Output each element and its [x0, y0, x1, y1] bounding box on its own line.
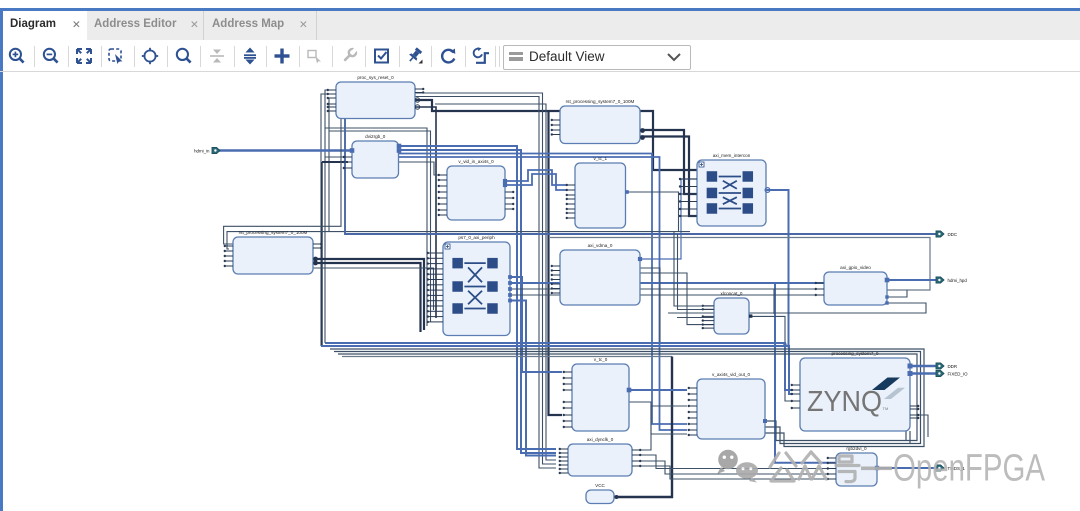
svg-text:DDR: DDR	[948, 364, 958, 369]
svg-text:DDC: DDC	[948, 232, 958, 237]
svg-text:v_tc_0: v_tc_0	[594, 357, 608, 362]
svg-text:hdmi_hpd: hdmi_hpd	[948, 278, 968, 283]
svg-text:v_vid_in_axi4s_0: v_vid_in_axi4s_0	[458, 159, 494, 164]
svg-text:ZYNQ: ZYNQ	[807, 386, 882, 418]
svg-text:rst_processing_system7_0_100M: rst_processing_system7_0_100M	[566, 99, 635, 104]
svg-text:rgb2dvi_0: rgb2dvi_0	[846, 446, 867, 451]
svg-text:axi_vdma_0: axi_vdma_0	[588, 243, 613, 248]
svg-text:TM: TM	[883, 406, 889, 411]
svg-text:OpenFPGA: OpenFPGA	[893, 448, 1046, 490]
svg-text:rst_processing_system7_0_100M: rst_processing_system7_0_100M	[239, 230, 308, 235]
svg-text:hdmi_in: hdmi_in	[194, 148, 210, 153]
svg-text:processing_system7_0: processing_system7_0	[832, 351, 879, 356]
svg-text:dvi2rgb_0: dvi2rgb_0	[365, 134, 386, 139]
svg-text:axi_gpio_video: axi_gpio_video	[840, 265, 871, 270]
svg-text:axi_mem_intercon: axi_mem_intercon	[713, 153, 751, 158]
svg-text:v_tc_1: v_tc_1	[593, 156, 607, 161]
svg-text:ps7_0_axi_periph: ps7_0_axi_periph	[458, 235, 495, 240]
svg-text:v_axi4s_vid_out_0: v_axi4s_vid_out_0	[712, 372, 750, 377]
svg-text:FIXED_IO: FIXED_IO	[948, 371, 969, 376]
svg-text:axi_dynclk_0: axi_dynclk_0	[587, 437, 614, 442]
svg-text:xlconcat_0: xlconcat_0	[721, 291, 743, 296]
svg-text:proc_sys_reset_0: proc_sys_reset_0	[357, 75, 394, 80]
svg-text:VCC: VCC	[595, 483, 605, 488]
